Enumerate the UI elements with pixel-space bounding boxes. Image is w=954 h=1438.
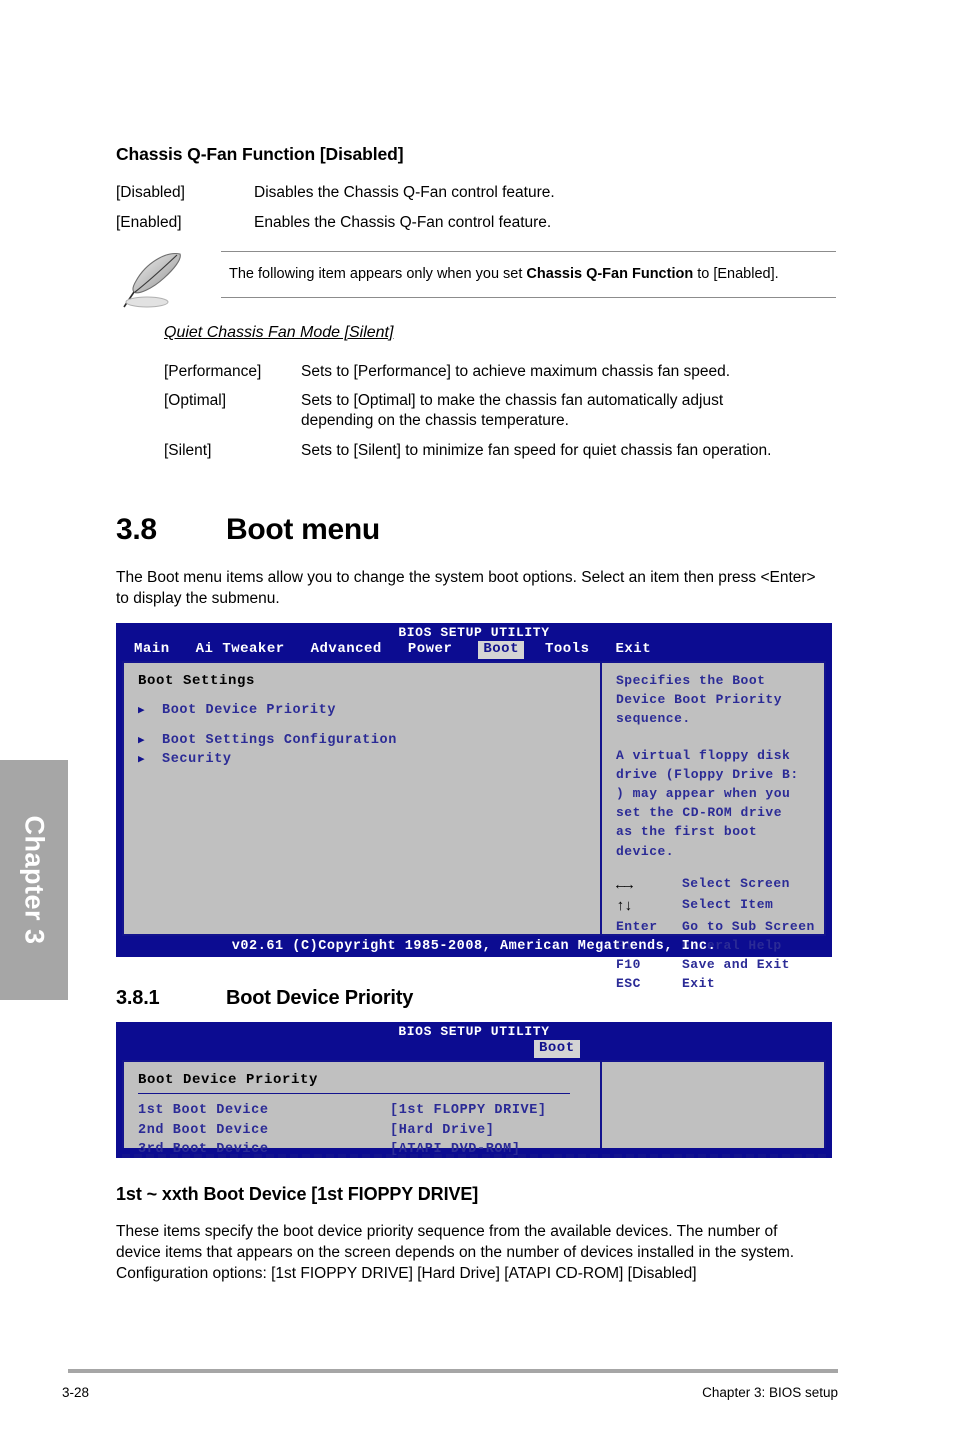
triangle-right-icon: ▶ bbox=[138, 754, 146, 767]
key-legend-row: ↑↓ Select Item bbox=[616, 896, 824, 918]
quiet-mode-option-term: [Optimal] bbox=[164, 392, 227, 410]
footer-rule bbox=[68, 1369, 838, 1373]
note-text-bold: Chassis Q-Fan Function bbox=[526, 266, 694, 283]
note-box: The following item appears only when you… bbox=[116, 251, 836, 308]
bios-pane-heading: Boot Settings bbox=[138, 672, 256, 689]
quiet-mode-option-row: [Silent] Sets to [Silent] to minimize fa… bbox=[164, 441, 836, 461]
bios-menu-item-boot[interactable]: Boot bbox=[478, 641, 524, 659]
qfan-heading: Chassis Q-Fan Function [Disabled] bbox=[116, 144, 404, 164]
bios-help-pane bbox=[602, 1062, 824, 1148]
pencil-icon bbox=[116, 251, 221, 308]
boot-device-config-options: Configuration options: [1st FIOPPY DRIVE… bbox=[116, 1265, 697, 1283]
bios-item-boot-device-priority[interactable]: ▶ Boot Device Priority bbox=[138, 701, 600, 721]
quiet-mode-option-desc: Sets to [Optimal] to make the chassis fa… bbox=[301, 392, 724, 430]
bios-help-paragraph-2: A virtual floppy disk drive (Floppy Driv… bbox=[616, 747, 799, 859]
triangle-right-icon: ▶ bbox=[138, 734, 146, 747]
bios-screenshot-boot-device-priority: BIOS SETUP UTILITY Boot Boot Device Prio… bbox=[116, 1022, 832, 1158]
boot-device-row[interactable]: 2nd Boot Device [Hard Drive] bbox=[138, 1121, 600, 1141]
bios-left-pane: Boot Device Priority 1st Boot Device [1s… bbox=[124, 1061, 602, 1157]
bios-menu-item-main[interactable]: Main bbox=[134, 641, 170, 659]
quiet-mode-option-row: [Performance] Sets to [Performance] to a… bbox=[164, 362, 836, 382]
note-text: The following item appears only when you… bbox=[221, 251, 836, 299]
subsection-number: 3.8.1 bbox=[116, 987, 160, 1010]
boot-device-label: 3rd Boot Device bbox=[138, 1142, 269, 1158]
key-legend-row: F10 Save and Exit bbox=[616, 956, 824, 975]
boot-device-value: [1st FLOPPY DRIVE] bbox=[390, 1103, 547, 1119]
qfan-option-row: [Enabled] Enables the Chassis Q-Fan cont… bbox=[116, 213, 836, 233]
bios-title: BIOS SETUP UTILITY bbox=[398, 624, 550, 640]
boot-device-row[interactable]: 3rd Boot Device [ATAPI DVD-ROM] bbox=[138, 1140, 600, 1160]
bios-menu-item-boot[interactable]: Boot bbox=[534, 1040, 580, 1058]
section-title: Boot menu bbox=[226, 512, 380, 546]
subsection-title: Boot Device Priority bbox=[226, 987, 414, 1010]
section-intro: The Boot menu items allow you to change … bbox=[116, 568, 816, 607]
quiet-mode-option-desc: Sets to [Silent] to minimize fan speed f… bbox=[301, 441, 772, 459]
key-legend-action: Go to Sub Screen bbox=[682, 919, 815, 935]
key-legend-action: Select Screen bbox=[682, 875, 790, 891]
quiet-mode-option-term: [Silent] bbox=[164, 441, 212, 459]
page-number: 3-28 bbox=[62, 1385, 90, 1400]
boot-device-value: [Hard Drive] bbox=[390, 1122, 495, 1138]
bios-item-label: Boot Settings Configuration bbox=[162, 732, 397, 748]
bios-screenshot-boot-menu: BIOS SETUP UTILITY Main Ai Tweaker Advan… bbox=[116, 622, 832, 991]
bios-item-security[interactable]: ▶ Security bbox=[138, 750, 600, 770]
bios-menu-item-tools[interactable]: Tools bbox=[545, 641, 590, 659]
bios-item-boot-settings-configuration[interactable]: ▶ Boot Settings Configuration bbox=[138, 731, 600, 751]
key-legend-action: Save and Exit bbox=[682, 956, 790, 972]
key-legend-key: ESC bbox=[616, 975, 641, 991]
chapter-tab: Chapter 3 bbox=[0, 760, 68, 1000]
qfan-option-desc: Disables the Chassis Q-Fan control featu… bbox=[254, 184, 555, 201]
quiet-mode-option-row: [Optimal] Sets to [Optimal] to make the … bbox=[164, 391, 836, 431]
left-right-arrow-icon: ←→ bbox=[616, 876, 633, 894]
running-head: Chapter 3: BIOS setup bbox=[702, 1385, 838, 1400]
bios-left-pane: Boot Settings ▶ Boot Device Priority ▶ B… bbox=[124, 662, 602, 934]
section-number: 3.8 bbox=[116, 512, 157, 546]
triangle-right-icon: ▶ bbox=[138, 704, 146, 717]
key-legend-action: Exit bbox=[682, 975, 716, 991]
qfan-option-desc: Enables the Chassis Q-Fan control featur… bbox=[254, 214, 552, 232]
page-content: Chassis Q-Fan Function [Disabled] [Disab… bbox=[116, 0, 836, 1284]
boot-device-label: 1st Boot Device bbox=[138, 1103, 269, 1119]
boot-device-row[interactable]: 1st Boot Device [1st FLOPPY DRIVE] bbox=[138, 1101, 600, 1121]
bios-menu-item-power[interactable]: Power bbox=[408, 641, 453, 659]
key-legend-key: Enter bbox=[616, 919, 658, 935]
note-text-suffix: to [Enabled]. bbox=[693, 266, 779, 283]
bios-item-label: Boot Device Priority bbox=[162, 702, 337, 718]
boot-device-heading: 1st ~ xxth Boot Device [1st FIOPPY DRIVE… bbox=[116, 1183, 479, 1204]
quiet-mode-heading: Quiet Chassis Fan Mode [Silent] bbox=[164, 324, 394, 342]
bios-title: BIOS SETUP UTILITY bbox=[398, 1024, 550, 1040]
qfan-option-row: [Disabled] Disables the Chassis Q-Fan co… bbox=[116, 183, 836, 203]
quiet-mode-option-desc: Sets to [Performance] to achieve maximum… bbox=[301, 363, 731, 381]
bios-menu-item-advanced[interactable]: Advanced bbox=[311, 641, 382, 659]
bios-panes: Boot Settings ▶ Boot Device Priority ▶ B… bbox=[122, 660, 826, 991]
bios-panes: Boot Device Priority 1st Boot Device [1s… bbox=[122, 1059, 826, 1157]
bios-menu-bar: Main Ai Tweaker Advanced Power Boot Tool… bbox=[116, 641, 832, 661]
bios-item-label: Security bbox=[162, 752, 232, 768]
key-legend-row: ←→ Select Screen bbox=[616, 875, 824, 897]
boot-device-label: 2nd Boot Device bbox=[138, 1122, 269, 1138]
bios-pane-heading: Boot Device Priority bbox=[138, 1070, 570, 1095]
quiet-mode-option-term: [Performance] bbox=[164, 363, 262, 381]
boot-device-value: [ATAPI DVD-ROM] bbox=[390, 1142, 521, 1158]
chapter-tab-label: Chapter 3 bbox=[19, 815, 50, 945]
qfan-option-term: [Disabled] bbox=[116, 184, 185, 201]
bios-help-pane: Specifies the Boot Device Boot Priority … bbox=[602, 663, 824, 991]
key-legend-action: Select Item bbox=[682, 897, 774, 913]
bios-menu-bar: Boot bbox=[116, 1040, 832, 1060]
key-legend-row: Enter Go to Sub Screen bbox=[616, 918, 824, 937]
bios-help-paragraph-1: Specifies the Boot Device Boot Priority … bbox=[616, 672, 783, 726]
bios-menu-item-exit[interactable]: Exit bbox=[615, 641, 651, 659]
section-heading: 3.8 Boot menu bbox=[116, 513, 836, 547]
note-text-prefix: The following item appears only when you… bbox=[229, 266, 527, 283]
qfan-option-term: [Enabled] bbox=[116, 214, 182, 232]
bios-key-legend: ←→ Select Screen ↑↓ Select Item Enter Go… bbox=[616, 875, 824, 994]
boot-device-body: These items specify the boot device prio… bbox=[116, 1222, 795, 1262]
bios-menu-item-ai-tweaker[interactable]: Ai Tweaker bbox=[196, 641, 285, 659]
key-legend-key: F10 bbox=[616, 956, 641, 972]
up-down-arrow-icon: ↑↓ bbox=[616, 898, 633, 916]
key-legend-row: ESC Exit bbox=[616, 975, 824, 994]
